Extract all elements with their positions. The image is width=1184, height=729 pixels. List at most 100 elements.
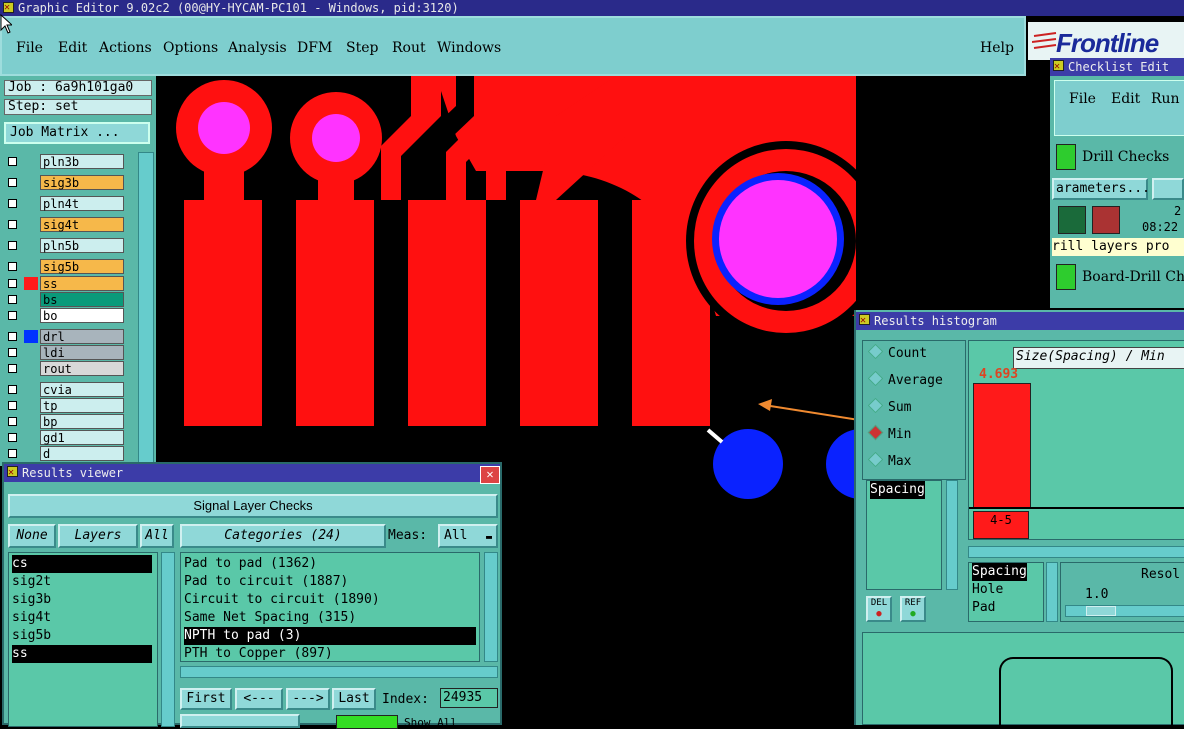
list-item[interactable]: NPTH to pad (3) xyxy=(184,627,476,645)
signal-layer-checks-header[interactable]: Signal Layer Checks xyxy=(8,494,498,518)
list-item[interactable]: sig2t xyxy=(12,573,152,591)
layer-checkbox[interactable] xyxy=(8,348,17,357)
layer-checkbox[interactable] xyxy=(8,262,17,271)
list-item[interactable]: Same Net Spacing (315) xyxy=(184,609,476,627)
job-matrix-button[interactable]: Job Matrix ... xyxy=(4,122,150,144)
list-item[interactable]: Circuit to circuit (1890) xyxy=(184,591,476,609)
histogram-bar[interactable] xyxy=(973,383,1031,509)
list-item[interactable]: cs xyxy=(12,555,152,573)
radio-sum[interactable]: Sum xyxy=(867,397,911,415)
menu-windows[interactable]: Windows xyxy=(437,40,501,56)
none-button[interactable]: None xyxy=(8,524,56,548)
list-item[interactable]: sig3b xyxy=(12,591,152,609)
radio-count[interactable]: Count xyxy=(867,343,927,361)
results-viewer-close-icon[interactable]: ✕ xyxy=(480,466,500,484)
layer-row[interactable]: sig4t xyxy=(6,217,124,232)
menu-analysis[interactable]: Analysis xyxy=(228,40,287,56)
layer-checkbox[interactable] xyxy=(8,433,17,442)
parameters-button[interactable]: arameters... xyxy=(1052,178,1150,200)
menu-actions[interactable]: Actions xyxy=(99,40,152,56)
layer-checkbox[interactable] xyxy=(8,401,17,410)
ref-button[interactable]: REF ● xyxy=(900,596,926,622)
resolution-slider-handle[interactable] xyxy=(1086,606,1116,616)
menu-rout[interactable]: Rout xyxy=(392,40,426,56)
radio-max[interactable]: Max xyxy=(867,451,911,469)
layer-row[interactable]: sig3b xyxy=(6,175,124,190)
action-button-partial[interactable] xyxy=(180,714,300,728)
list-item[interactable]: Spacing xyxy=(972,563,1027,581)
category-list[interactable]: Pad to pad (1362) Pad to circuit (1887) Ci… xyxy=(180,552,480,662)
checklist-menu-run[interactable]: Run xyxy=(1151,91,1180,107)
del-button[interactable]: DEL ● xyxy=(866,596,892,622)
layer-checkbox[interactable] xyxy=(8,311,17,320)
menu-step[interactable]: Step xyxy=(346,40,378,56)
histogram-list-1-scrollbar[interactable] xyxy=(946,480,958,590)
layer-row[interactable]: cvia xyxy=(6,382,124,397)
layer-row[interactable]: rout xyxy=(6,361,124,376)
checklist-menu-edit[interactable]: Edit xyxy=(1111,91,1140,107)
list-item[interactable]: Pad to pad (1362) xyxy=(184,555,476,573)
index-input[interactable]: 24935 xyxy=(440,688,498,708)
menu-edit[interactable]: Edit xyxy=(58,40,87,56)
layer-row[interactable]: bp xyxy=(6,414,124,429)
histogram-list-1[interactable]: Spacing xyxy=(866,480,942,590)
list-item[interactable]: Pad to circuit (1887) xyxy=(184,573,476,591)
resolution-slider[interactable] xyxy=(1065,605,1184,617)
close-icon[interactable] xyxy=(3,0,14,16)
first-button[interactable]: First xyxy=(180,688,232,710)
layer-checkbox[interactable] xyxy=(8,279,17,288)
last-button[interactable]: Last xyxy=(332,688,376,710)
menu-help[interactable]: Help xyxy=(980,40,1014,56)
layer-result-scrollbar[interactable] xyxy=(161,552,175,727)
layer-row[interactable]: gd1 xyxy=(6,430,124,445)
all-button[interactable]: All xyxy=(140,524,174,548)
list-item[interactable]: Pad xyxy=(972,599,995,617)
layer-row[interactable]: ldi xyxy=(6,345,124,360)
list-item[interactable]: Spacing xyxy=(870,481,925,499)
radio-average[interactable]: Average xyxy=(867,370,943,388)
run-icon[interactable] xyxy=(1058,206,1086,234)
layer-checkbox[interactable] xyxy=(8,449,17,458)
layer-row[interactable]: drl xyxy=(6,329,124,344)
list-item[interactable]: ss xyxy=(12,645,152,663)
meas-select[interactable]: All ▬ xyxy=(438,524,498,548)
layer-checkbox[interactable] xyxy=(8,332,17,341)
categories-button[interactable]: Categories (24) xyxy=(180,524,386,548)
layer-checkbox[interactable] xyxy=(8,295,17,304)
layer-result-list[interactable]: cs sig2t sig3b sig4t sig5b ss xyxy=(8,552,158,727)
checklist-menu-file[interactable]: File xyxy=(1069,91,1096,107)
histogram-list-2-scrollbar[interactable] xyxy=(1046,562,1058,622)
list-item[interactable]: sig5b xyxy=(12,627,152,645)
list-item[interactable]: sig4t xyxy=(12,609,152,627)
histogram-list-2[interactable]: Spacing Hole Pad xyxy=(968,562,1044,622)
layer-checkbox[interactable] xyxy=(8,199,17,208)
next-button[interactable]: ---> xyxy=(286,688,330,710)
category-hscrollbar[interactable] xyxy=(180,666,498,678)
layer-row[interactable]: tp xyxy=(6,398,124,413)
menu-options[interactable]: Options xyxy=(163,40,218,56)
layers-button[interactable]: Layers xyxy=(58,524,138,548)
layer-checkbox[interactable] xyxy=(8,178,17,187)
radio-min[interactable]: Min xyxy=(867,424,911,442)
layer-row[interactable]: d xyxy=(6,446,124,461)
layer-row[interactable]: sig5b xyxy=(6,259,124,274)
layer-checkbox[interactable] xyxy=(8,220,17,229)
checklist-button-partial[interactable] xyxy=(1152,178,1184,200)
histogram-hscrollbar[interactable] xyxy=(968,546,1184,558)
prev-button[interactable]: <--- xyxy=(235,688,283,710)
list-item[interactable]: PTH to Copper (897) xyxy=(184,645,476,663)
layer-row[interactable]: bo xyxy=(6,308,124,323)
layer-row[interactable]: ss xyxy=(6,276,124,291)
layer-row[interactable]: pln3b xyxy=(6,154,124,169)
list-item[interactable]: Hole xyxy=(972,581,1003,599)
category-scrollbar[interactable] xyxy=(484,552,498,662)
menu-dfm[interactable]: DFM xyxy=(297,40,332,56)
layer-row[interactable]: pln4t xyxy=(6,196,124,211)
show-all-checkbox-label[interactable]: Show All xyxy=(404,716,457,729)
layer-checkbox[interactable] xyxy=(8,157,17,166)
layer-row[interactable]: bs xyxy=(6,292,124,307)
layer-list-scrollbar[interactable] xyxy=(138,152,154,466)
layer-row[interactable]: pln5b xyxy=(6,238,124,253)
layer-checkbox[interactable] xyxy=(8,385,17,394)
menu-file[interactable]: File xyxy=(16,40,43,56)
